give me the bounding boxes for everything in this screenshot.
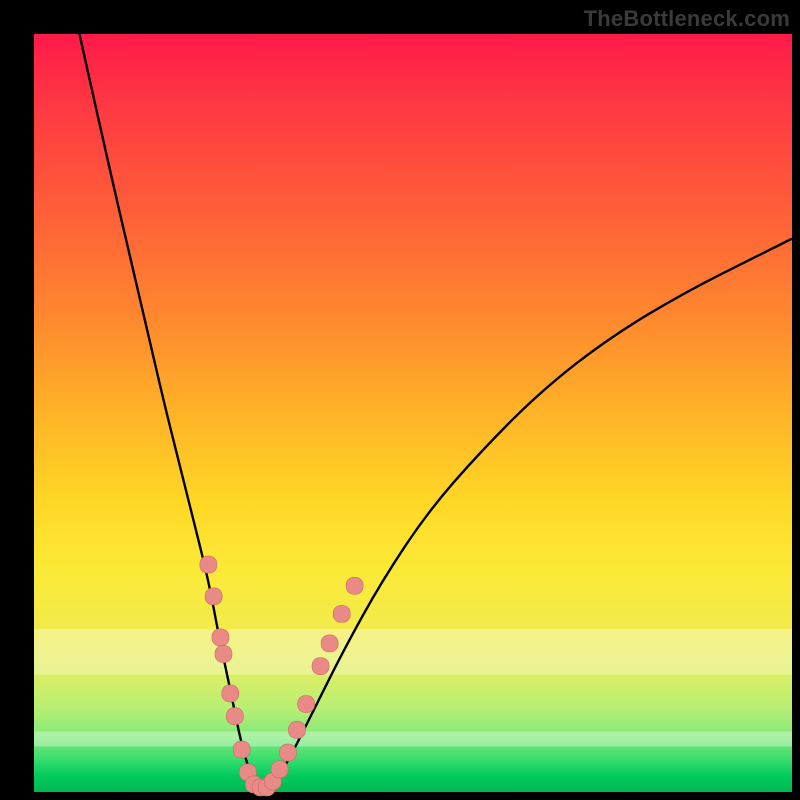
pale-bands-group (34, 629, 792, 746)
data-marker (333, 605, 350, 622)
data-marker (279, 744, 296, 761)
pale-band (34, 629, 792, 674)
data-marker (226, 708, 243, 725)
data-marker (346, 577, 363, 594)
data-marker (233, 741, 250, 758)
data-marker (205, 588, 222, 605)
data-marker (271, 761, 288, 778)
markers-group (200, 556, 363, 796)
data-marker (312, 658, 329, 675)
data-marker (215, 646, 232, 663)
data-marker (289, 721, 306, 738)
data-marker (200, 556, 217, 573)
outer-frame: TheBottleneck.com (0, 0, 800, 800)
data-marker (321, 635, 338, 652)
pale-band (34, 731, 792, 746)
data-marker (298, 696, 315, 713)
chart-svg (34, 34, 792, 792)
plot-area (34, 34, 792, 792)
data-marker (212, 629, 229, 646)
watermark-text: TheBottleneck.com (584, 6, 790, 32)
data-marker (222, 685, 239, 702)
